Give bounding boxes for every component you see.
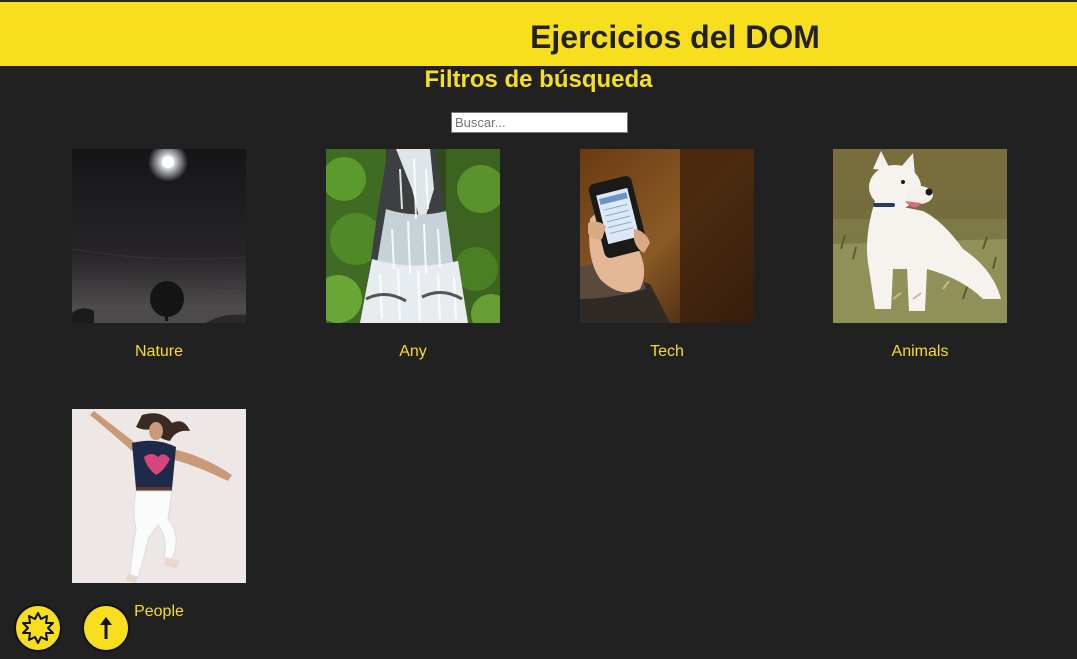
card-label: Tech <box>650 343 684 360</box>
search-input[interactable] <box>451 112 628 133</box>
theme-toggle-button[interactable] <box>14 604 62 652</box>
card-animals: Animals <box>833 149 1007 361</box>
card-label: Any <box>399 343 427 360</box>
page-title: Ejercicios del DOM <box>530 19 820 55</box>
card-tech: Tech <box>580 149 754 361</box>
card-nature: Nature <box>72 149 246 361</box>
white-dog-photo <box>833 149 1007 323</box>
waterfall-photo <box>326 149 500 323</box>
arrow-up-icon <box>100 617 112 639</box>
section-title: Filtros de búsqueda <box>424 66 653 93</box>
dancing-woman-photo <box>72 409 246 583</box>
card-any: Any <box>326 149 500 361</box>
site-header: Ejercicios del DOM <box>0 2 1077 66</box>
theme-sun-icon <box>22 612 54 644</box>
hand-smartphone-photo <box>580 149 754 323</box>
card-label: Nature <box>134 343 184 360</box>
scroll-top-button[interactable] <box>82 604 130 652</box>
card-people: People <box>72 409 246 621</box>
night-moon-tree-photo <box>72 149 246 323</box>
card-label: Animals <box>891 343 949 360</box>
